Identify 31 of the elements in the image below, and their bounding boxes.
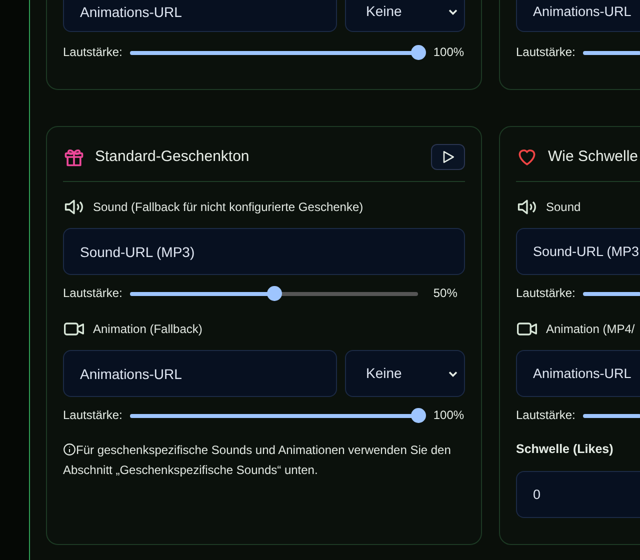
section-label: Sound <box>546 199 581 216</box>
volume-value: 100% <box>433 44 464 61</box>
dropdown-select[interactable]: Keine <box>345 0 465 32</box>
volume-label: Lautstärke: <box>516 285 576 302</box>
info-note: Für geschenkspezifische Sounds und Animationen verwenden Sie den Abschnitt „Geschenkspezifische Sounds“ unten. <box>63 442 452 479</box>
sound-url-field[interactable]: Sound-URL (MP3 <box>516 228 640 275</box>
card-title: Standard-Geschenkton <box>95 146 250 167</box>
play-button[interactable] <box>431 144 465 170</box>
volume-label: Lautstärke: <box>63 44 122 61</box>
volume-value: 100% <box>433 407 464 424</box>
threshold-field[interactable]: 0 <box>516 470 640 518</box>
slider-thumb[interactable] <box>267 286 282 300</box>
volume-label: Lautstärke: <box>516 407 576 424</box>
volume-value: 50% <box>433 285 458 302</box>
volume-label: Lautstärke: <box>63 285 122 302</box>
dropdown-select[interactable]: Keine <box>345 350 465 397</box>
slider-thumb[interactable] <box>411 408 426 422</box>
card-title: Wie Schwelle <box>548 146 640 167</box>
volume-label: Lautstärke: <box>516 44 576 61</box>
section-label: Animation (MP4/ <box>546 321 635 338</box>
section-label: Animation (Fallback) <box>93 321 202 338</box>
animation-url-field[interactable]: Animations-URL <box>516 350 640 397</box>
animation-url-field[interactable]: Animations-URL <box>63 350 337 397</box>
slider-thumb[interactable] <box>411 44 426 60</box>
info-icon <box>63 443 76 456</box>
sound-url-field[interactable]: Sound-URL (MP3) <box>63 228 465 275</box>
animation-url-field[interactable]: Animations-URL <box>516 0 640 32</box>
threshold-label: Schwelle (Likes) <box>516 441 614 458</box>
volume-label: Lautstärke: <box>63 407 122 424</box>
section-label: Sound (Fallback für nicht konfigurierte Geschenke) <box>93 199 364 216</box>
animation-url-field[interactable]: Animations-URL <box>63 0 337 32</box>
